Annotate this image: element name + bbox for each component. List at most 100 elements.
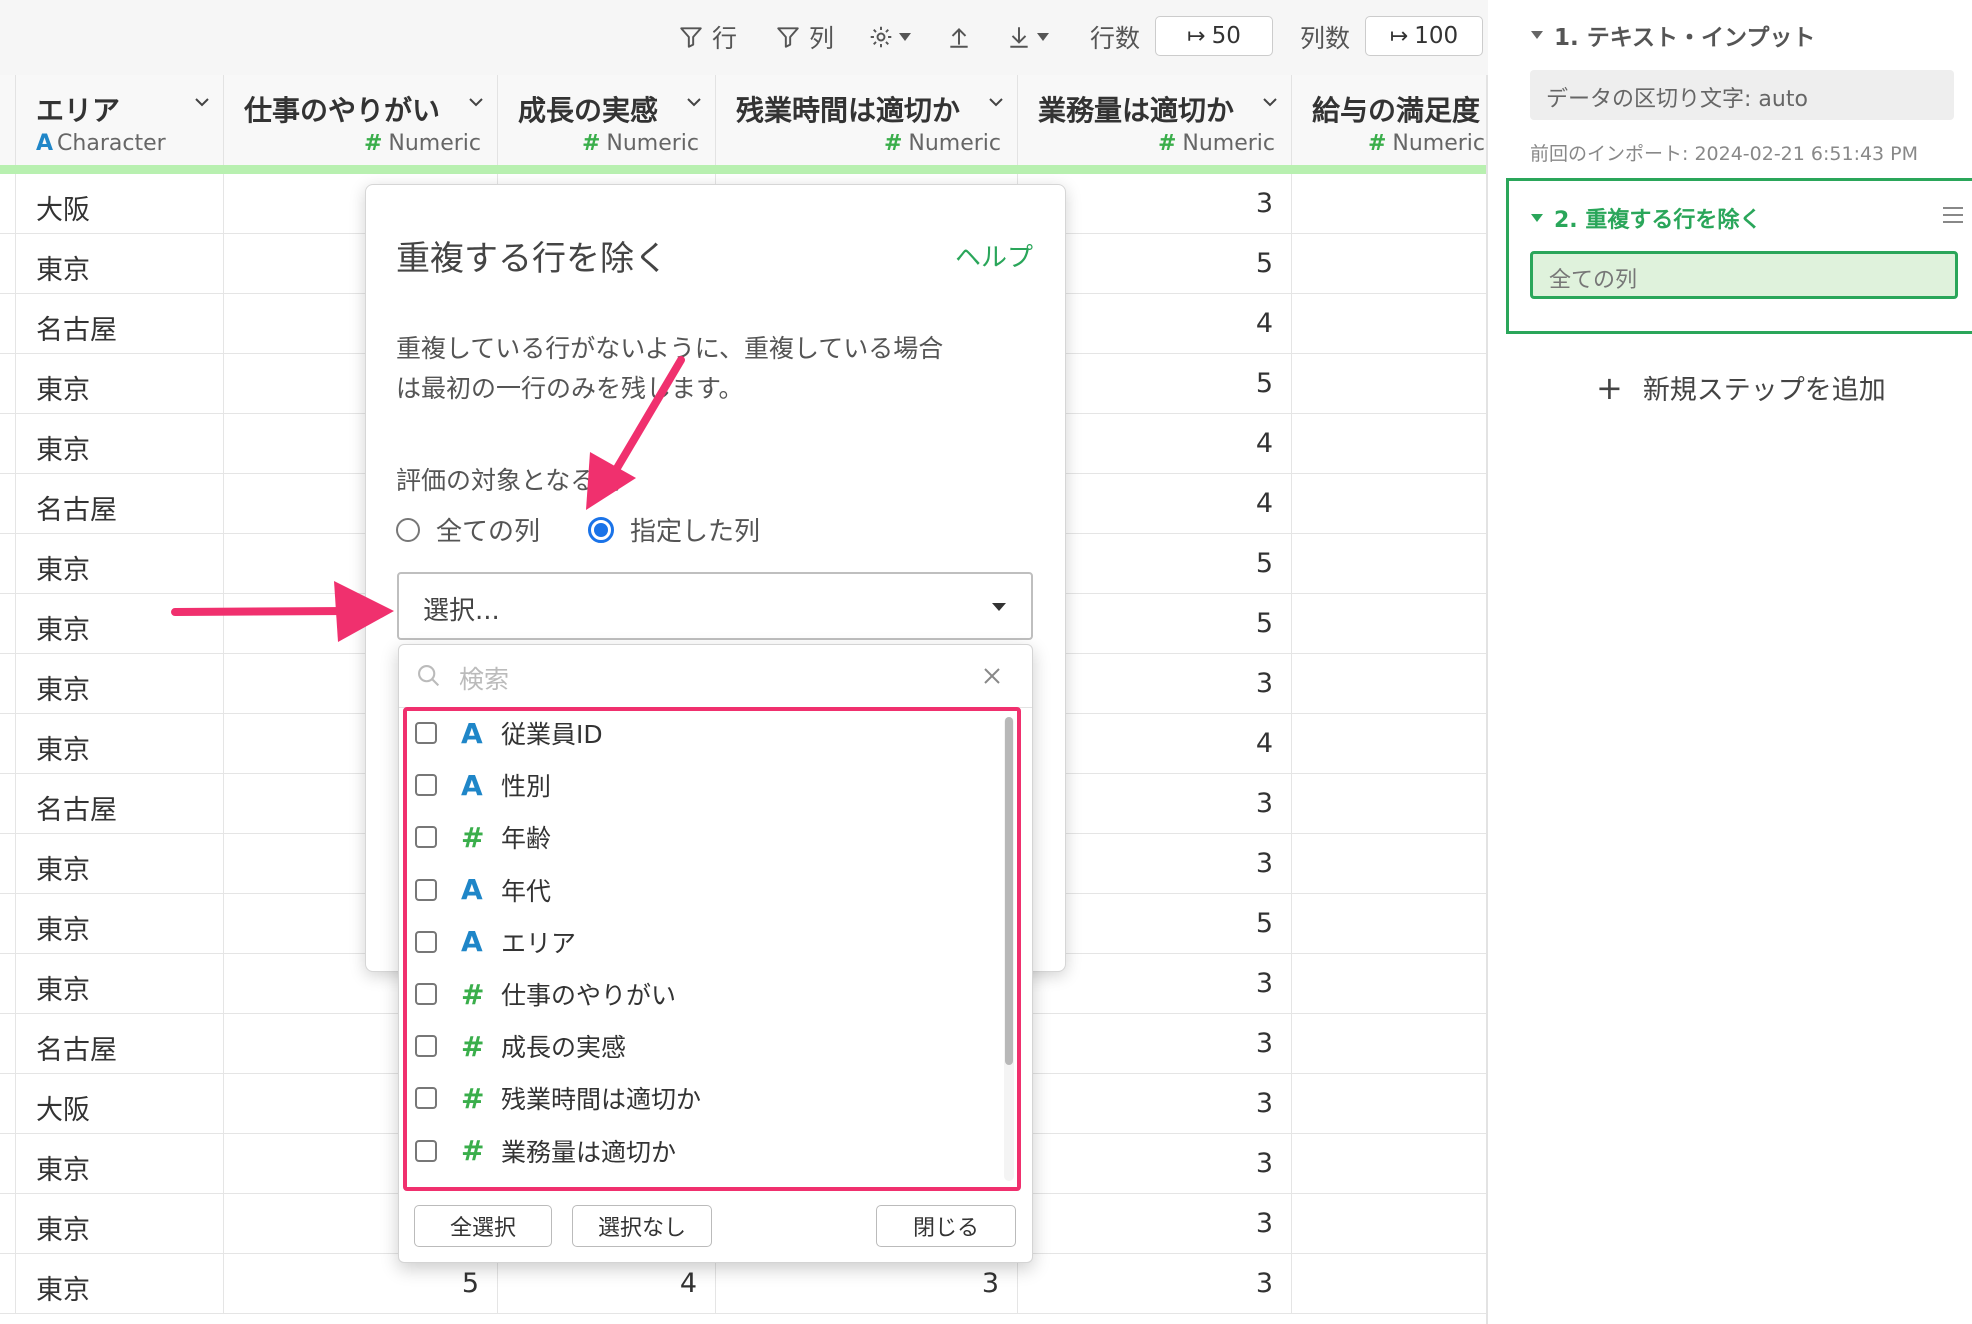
- cell-value: 3: [1255, 1268, 1273, 1299]
- upload-button[interactable]: [946, 16, 972, 58]
- table-cell[interactable]: 東京: [15, 354, 223, 414]
- table-cell[interactable]: [1291, 1254, 1486, 1314]
- settings-menu-button[interactable]: [868, 16, 912, 58]
- table-cell[interactable]: 東京: [15, 654, 223, 714]
- step-2-value-box[interactable]: 全ての列: [1530, 251, 1958, 299]
- table-cell[interactable]: [1291, 1014, 1486, 1074]
- table-cell[interactable]: 3: [1017, 1074, 1291, 1134]
- area-value: 東京: [36, 855, 90, 886]
- table-cell[interactable]: [1291, 534, 1486, 594]
- table-cell[interactable]: 名古屋: [15, 474, 223, 534]
- table-cell[interactable]: 東京: [15, 594, 223, 654]
- table-cell[interactable]: [1291, 1134, 1486, 1194]
- table-cell[interactable]: [1291, 594, 1486, 654]
- table-row[interactable]: 東京 5 4 3 3: [0, 1254, 1486, 1314]
- rows-count-button[interactable]: ↦ 50: [1155, 16, 1273, 56]
- column-header[interactable]: 業務量は適切か # Numeric: [1017, 75, 1291, 165]
- table-cell[interactable]: [1291, 354, 1486, 414]
- table-cell[interactable]: 東京: [15, 1254, 223, 1314]
- table-cell[interactable]: [1291, 954, 1486, 1014]
- table-cell[interactable]: 3: [715, 1254, 1017, 1314]
- row-filter-button[interactable]: 行: [678, 16, 737, 58]
- table-cell[interactable]: 3: [1017, 1194, 1291, 1254]
- hamburger-menu-icon[interactable]: [1941, 205, 1965, 225]
- table-cell[interactable]: 東京: [15, 234, 223, 294]
- table-cell[interactable]: [1291, 834, 1486, 894]
- table-cell[interactable]: [1291, 1194, 1486, 1254]
- radio-unchecked[interactable]: [396, 517, 420, 542]
- column-header[interactable]: 仕事のやりがい # Numeric: [223, 75, 497, 165]
- search-field[interactable]: 検索: [399, 645, 1032, 708]
- column-type-label: Numeric: [908, 131, 1001, 156]
- column-header[interactable]: 残業時間は適切か # Numeric: [715, 75, 1017, 165]
- cols-count-button[interactable]: ↦ 100: [1365, 16, 1483, 56]
- table-cell[interactable]: 東京: [15, 954, 223, 1014]
- close-icon[interactable]: [982, 666, 1002, 686]
- step-1-detail[interactable]: データの区切り文字: auto: [1530, 70, 1954, 120]
- column-select-box[interactable]: 選択...: [397, 572, 1033, 640]
- table-cell[interactable]: 3: [1017, 1254, 1291, 1314]
- radio-checked[interactable]: [588, 516, 614, 543]
- table-cell[interactable]: [1291, 234, 1486, 294]
- radio-selected-label: 指定した列: [630, 517, 761, 547]
- table-cell[interactable]: 4: [497, 1254, 715, 1314]
- table-cell[interactable]: [1291, 414, 1486, 474]
- step-2-header[interactable]: 2. 重複する行を除く: [1530, 202, 1761, 234]
- table-cell[interactable]: [1291, 174, 1486, 234]
- table-cell[interactable]: [1291, 654, 1486, 714]
- table-cell[interactable]: [1291, 894, 1486, 954]
- table-cell[interactable]: [1291, 294, 1486, 354]
- area-value: 東京: [36, 735, 90, 766]
- chevron-down-icon[interactable]: [687, 95, 701, 109]
- column-type: # Numeric: [364, 131, 481, 156]
- table-cell[interactable]: 名古屋: [15, 1014, 223, 1074]
- table-cell[interactable]: 名古屋: [15, 294, 223, 354]
- table-cell[interactable]: 5: [223, 1254, 497, 1314]
- column-header[interactable]: エリア A Character: [15, 75, 223, 165]
- download-menu-button[interactable]: [1006, 16, 1050, 58]
- radio-all-columns[interactable]: 全ての列: [396, 511, 540, 548]
- description-line: 重複している行がないように、重複している場合: [396, 334, 944, 363]
- table-cell[interactable]: [1291, 1074, 1486, 1134]
- table-cell[interactable]: 東京: [15, 534, 223, 594]
- column-filter-button[interactable]: 列: [775, 16, 834, 58]
- table-cell[interactable]: 3: [1017, 1014, 1291, 1074]
- cell-value: 3: [1255, 1208, 1273, 1239]
- radio-selected-columns[interactable]: 指定した列: [588, 511, 760, 548]
- step-1-header[interactable]: 1. テキスト・インプット: [1530, 18, 1815, 52]
- close-button[interactable]: 閉じる: [876, 1205, 1016, 1247]
- chevron-down-icon[interactable]: [469, 95, 483, 109]
- chevron-down-icon[interactable]: [195, 95, 209, 109]
- plus-icon: +: [1596, 368, 1623, 407]
- row-filter-label: 行: [712, 24, 738, 53]
- table-cell[interactable]: 東京: [15, 414, 223, 474]
- table-cell[interactable]: 東京: [15, 1134, 223, 1194]
- add-step-button[interactable]: + 新規ステップを追加: [1596, 368, 1886, 407]
- table-cell[interactable]: [1291, 774, 1486, 834]
- table-cell[interactable]: 大阪: [15, 1074, 223, 1134]
- add-step-label: 新規ステップを追加: [1642, 375, 1886, 406]
- dialog-title: 重複する行を除く: [396, 239, 668, 279]
- table-cell[interactable]: [1291, 714, 1486, 774]
- chevron-down-icon[interactable]: [989, 95, 1003, 109]
- table-cell[interactable]: 東京: [15, 834, 223, 894]
- select-all-button[interactable]: 全選択: [414, 1205, 552, 1247]
- column-header[interactable]: 成長の実感 # Numeric: [497, 75, 715, 165]
- table-cell[interactable]: 名古屋: [15, 774, 223, 834]
- table-cell[interactable]: [1291, 474, 1486, 534]
- table-cell[interactable]: 大阪: [15, 174, 223, 234]
- numeric-type-icon: #: [1367, 131, 1387, 156]
- column-header[interactable]: 給与の満足度 # Numeric: [1291, 75, 1486, 165]
- help-link[interactable]: ヘルプ: [955, 237, 1033, 274]
- area-value: 大阪: [36, 195, 90, 226]
- step-2-card[interactable]: 2. 重複する行を除く 全ての列: [1506, 178, 1972, 334]
- table-cell[interactable]: 東京: [15, 894, 223, 954]
- cell-value: 3: [1255, 848, 1273, 879]
- table-cell[interactable]: 3: [1017, 1134, 1291, 1194]
- chevron-down-icon[interactable]: [1263, 95, 1277, 109]
- table-cell[interactable]: 東京: [15, 1194, 223, 1254]
- table-cell[interactable]: 東京: [15, 714, 223, 774]
- target-columns-label: 評価の対象となる列: [396, 466, 621, 495]
- table-header: エリア A Character 仕事のやりがい # Numeric 成長の実感 # Numeri…: [0, 75, 1486, 174]
- select-none-button[interactable]: 選択なし: [572, 1205, 712, 1247]
